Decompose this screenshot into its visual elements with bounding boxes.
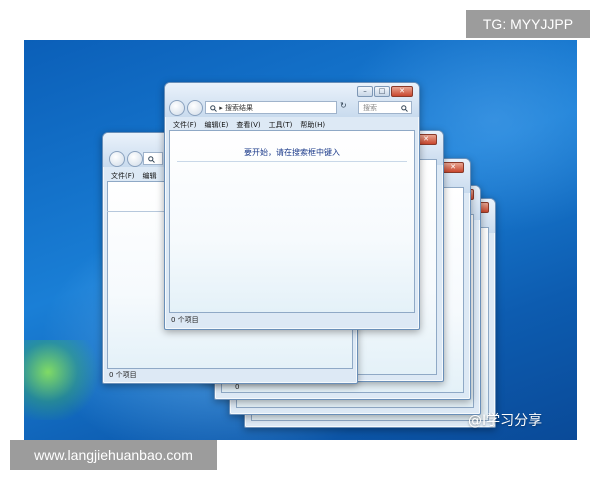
address-text: 搜索结果 <box>224 104 253 112</box>
desktop-wallpaper: – □ ✕ – □ ✕ – □ ✕ 0 – □ ✕ <box>24 40 577 440</box>
search-icon[interactable] <box>401 105 408 112</box>
website-url-label[interactable]: www.langjiehuanbao.com <box>10 440 217 470</box>
search-icon <box>148 155 155 163</box>
close-button[interactable]: ✕ <box>442 162 464 173</box>
menu-bar: 文件(F) 编辑 <box>111 171 157 181</box>
front-explorer-window[interactable]: – □ ✕ ▸ 搜索结果 ↻ 搜索 文件(F) 编辑(E) 查看(V) 工具(T… <box>164 82 420 330</box>
watermark-text: @I学习分享 <box>468 413 543 429</box>
status-item-count: 0 个项目 <box>109 371 137 379</box>
back-button[interactable] <box>169 100 185 116</box>
maximize-button[interactable]: □ <box>374 86 390 97</box>
close-button[interactable]: ✕ <box>391 86 413 97</box>
search-input[interactable]: 搜索 <box>358 101 412 114</box>
wallpaper-green-glow <box>24 340 104 420</box>
menu-file[interactable]: 文件(F) <box>111 171 135 181</box>
forward-button[interactable] <box>187 100 203 116</box>
search-placeholder: 搜索 <box>363 104 377 112</box>
menu-bar: 文件(F) 编辑(E) 查看(V) 工具(T) 帮助(H) <box>173 120 325 130</box>
refresh-icon[interactable]: ↻ <box>340 101 347 110</box>
menu-view[interactable]: 查看(V) <box>236 120 260 130</box>
menu-help[interactable]: 帮助(H) <box>300 120 325 130</box>
back-button[interactable] <box>109 151 125 167</box>
status-item-count: 0 个项目 <box>171 316 199 324</box>
address-bar[interactable]: ▸ 搜索结果 <box>205 101 337 114</box>
address-bar[interactable] <box>143 152 163 165</box>
empty-search-message: 要开始，请在搜索框中键入 <box>244 148 340 157</box>
menu-file[interactable]: 文件(F) <box>173 120 197 130</box>
breadcrumb-arrow-icon: ▸ <box>219 104 223 112</box>
forward-button[interactable] <box>127 151 143 167</box>
menu-edit[interactable]: 编辑 <box>143 171 157 181</box>
menu-tools[interactable]: 工具(T) <box>269 120 293 130</box>
search-icon <box>210 104 217 112</box>
minimize-button[interactable]: – <box>357 86 373 97</box>
status-stub: 0 <box>235 383 240 391</box>
menu-edit[interactable]: 编辑(E) <box>205 120 229 130</box>
tg-label: TG: MYYJJPP <box>466 10 590 38</box>
